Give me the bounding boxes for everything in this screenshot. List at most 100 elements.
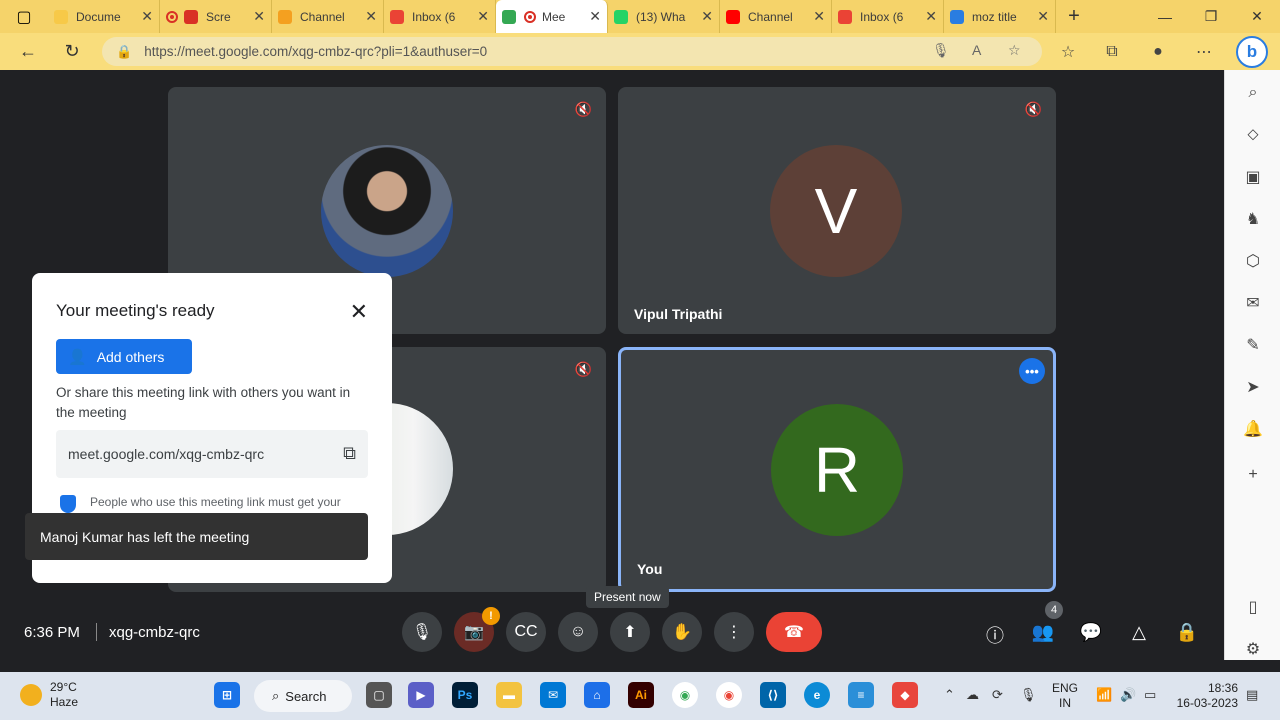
mail-icon[interactable]: ✉ [540, 682, 566, 708]
onedrive-icon[interactable]: ☁ [966, 687, 979, 703]
tab-close-icon[interactable]: ✕ [1037, 8, 1049, 25]
maximize-button[interactable]: ❐ [1188, 0, 1234, 33]
teams-icon[interactable]: ▶ [408, 682, 434, 708]
battery-icon[interactable]: ▭ [1144, 687, 1156, 703]
tab-close-icon[interactable]: ✕ [589, 8, 601, 25]
office-icon[interactable]: ⬡ [1225, 246, 1280, 276]
browser-tab[interactable]: Scre ✕ [160, 0, 272, 33]
more-options-icon[interactable]: ••• [1019, 358, 1045, 384]
file-explorer-icon[interactable]: ▬ [496, 682, 522, 708]
volume-icon[interactable]: 🔊 [1120, 687, 1136, 703]
browser-tab[interactable]: Docume ✕ [48, 0, 160, 33]
people-icon[interactable]: 👥 [1031, 622, 1055, 643]
emoji-button[interactable]: ☺ [558, 612, 598, 652]
mic-off-icon: 🔇 [574, 361, 592, 377]
tray-mic-icon[interactable]: 🎙 [1020, 687, 1037, 703]
present-button[interactable]: ⬆ [610, 612, 650, 652]
language-indicator[interactable]: ENG IN [1052, 681, 1078, 711]
browser-tab[interactable]: (13) Wha ✕ [608, 0, 720, 33]
favorite-icon[interactable]: ☆ [1008, 42, 1021, 59]
tab-favicon-icon [54, 9, 68, 24]
tab-title: Channel [748, 9, 793, 24]
back-button[interactable]: ← [6, 33, 50, 70]
tab-close-icon[interactable]: ✕ [701, 8, 713, 25]
store-icon[interactable]: ⌂ [584, 682, 610, 708]
send-icon[interactable]: ➤ [1225, 372, 1280, 402]
weather-desc: Haze [50, 695, 79, 709]
tab-close-icon[interactable]: ✕ [365, 8, 377, 25]
wifi-icon[interactable]: 📶 [1096, 687, 1112, 703]
lang-code: ENG [1052, 681, 1079, 695]
favorites-icon[interactable]: ☆ [1048, 33, 1088, 70]
chrome-canary-icon[interactable]: ◉ [716, 682, 742, 708]
browser-tab[interactable]: Inbox (6 ✕ [384, 0, 496, 33]
refresh-button[interactable]: ↻ [50, 33, 94, 70]
illustrator-icon[interactable]: Ai [628, 682, 654, 708]
shopping-tag-icon[interactable]: ⬦ [1225, 120, 1280, 150]
tab-close-icon[interactable]: ✕ [925, 8, 937, 25]
collections-icon[interactable]: ⧉ [1092, 33, 1132, 70]
tab-close-icon[interactable]: ✕ [813, 8, 825, 25]
browser-tab[interactable]: Mee ✕ [496, 0, 608, 33]
drop-icon[interactable]: ✎ [1225, 330, 1280, 360]
activities-icon[interactable]: △ [1127, 622, 1151, 643]
chat-icon[interactable]: 💬 [1079, 622, 1103, 643]
games-icon[interactable]: ♞ [1225, 204, 1280, 234]
tab-list: Docume ✕ Scre ✕ Channel ✕ Inbox (6 ✕ Mee ✕ (13) Wh… [48, 0, 1056, 33]
bing-icon[interactable]: b [1236, 36, 1268, 68]
mic-icon[interactable]: 🎙 [932, 42, 950, 59]
photoshop-icon[interactable]: Ps [452, 682, 478, 708]
browser-tab[interactable]: Channel ✕ [720, 0, 832, 33]
url-field[interactable]: 🔒 https://meet.google.com/xqg-cmbz-qrc?p… [102, 37, 1042, 66]
tab-close-icon[interactable]: ✕ [477, 8, 489, 25]
browser-tab[interactable]: Channel ✕ [272, 0, 384, 33]
new-tab-button[interactable]: + [1056, 5, 1092, 28]
self-tile[interactable]: ••• R You [618, 347, 1056, 592]
vscode-icon[interactable]: ⟨⟩ [760, 682, 786, 708]
notification-center-icon[interactable]: ▤ [1246, 687, 1258, 703]
raise-hand-button[interactable]: ✋ [662, 612, 702, 652]
host-controls-icon[interactable]: 🔒 [1175, 622, 1199, 643]
search-icon[interactable]: ⌕ [1225, 78, 1280, 108]
tab-close-icon[interactable]: ✕ [253, 8, 265, 25]
sync-icon[interactable]: ⟳ [992, 687, 1003, 703]
windows-start-icon[interactable]: ⊞ [214, 682, 240, 708]
tab-favicon-icon [838, 9, 852, 24]
browser-tab[interactable]: moz title ✕ [944, 0, 1056, 33]
settings-icon[interactable]: ⚙ [1225, 634, 1280, 664]
close-icon[interactable]: ✕ [350, 299, 368, 325]
notepad-icon[interactable]: ≡ [848, 682, 874, 708]
browser-tab[interactable]: Inbox (6 ✕ [832, 0, 944, 33]
tab-actions-icon[interactable]: ▢ [0, 0, 48, 33]
tab-close-icon[interactable]: ✕ [141, 8, 153, 25]
add-icon[interactable]: + [1225, 460, 1280, 490]
clock[interactable]: 18:36 16-03-2023 [1176, 681, 1238, 711]
read-aloud-icon[interactable]: A [972, 42, 981, 58]
close-window-button[interactable]: ✕ [1234, 0, 1280, 33]
sidebar-toggle-icon[interactable]: ▯ [1225, 592, 1280, 622]
notification-icon[interactable]: 🔔 [1225, 414, 1280, 444]
info-icon[interactable]: ⓘ [983, 622, 1007, 648]
weather-widget[interactable]: 29°C Haze [20, 680, 78, 710]
camera-button[interactable]: 📷 ! [454, 607, 500, 652]
end-call-button[interactable]: ☎ [766, 612, 822, 652]
app-icon[interactable]: ◆ [892, 682, 918, 708]
mic-button[interactable]: 🎙 [402, 612, 442, 652]
more-menu-icon[interactable]: ⋯ [1184, 33, 1224, 70]
minimize-button[interactable]: — [1142, 0, 1188, 33]
more-options-button[interactable]: ⋮ [714, 612, 754, 652]
outlook-icon[interactable]: ✉ [1225, 288, 1280, 318]
tab-favicon-icon [390, 9, 404, 24]
add-others-button[interactable]: 👤 Add others [56, 339, 192, 374]
profile-icon[interactable]: ● [1138, 33, 1178, 70]
tray-chevron-icon[interactable]: ⌃ [944, 687, 955, 703]
copy-icon[interactable]: ⧉ [343, 443, 356, 464]
captions-button[interactable]: CC [506, 612, 546, 652]
taskbar-search[interactable]: ⌕ Search [254, 680, 352, 712]
edge-icon[interactable]: e [804, 682, 830, 708]
task-view-icon[interactable]: ▢ [366, 682, 392, 708]
meeting-link-box[interactable]: meet.google.com/xqg-cmbz-qrc ⧉ [56, 430, 368, 478]
participant-tile[interactable]: 🔇 V Vipul Tripathi [618, 87, 1056, 334]
tools-icon[interactable]: ▣ [1225, 162, 1280, 192]
chrome-icon[interactable]: ◉ [672, 682, 698, 708]
